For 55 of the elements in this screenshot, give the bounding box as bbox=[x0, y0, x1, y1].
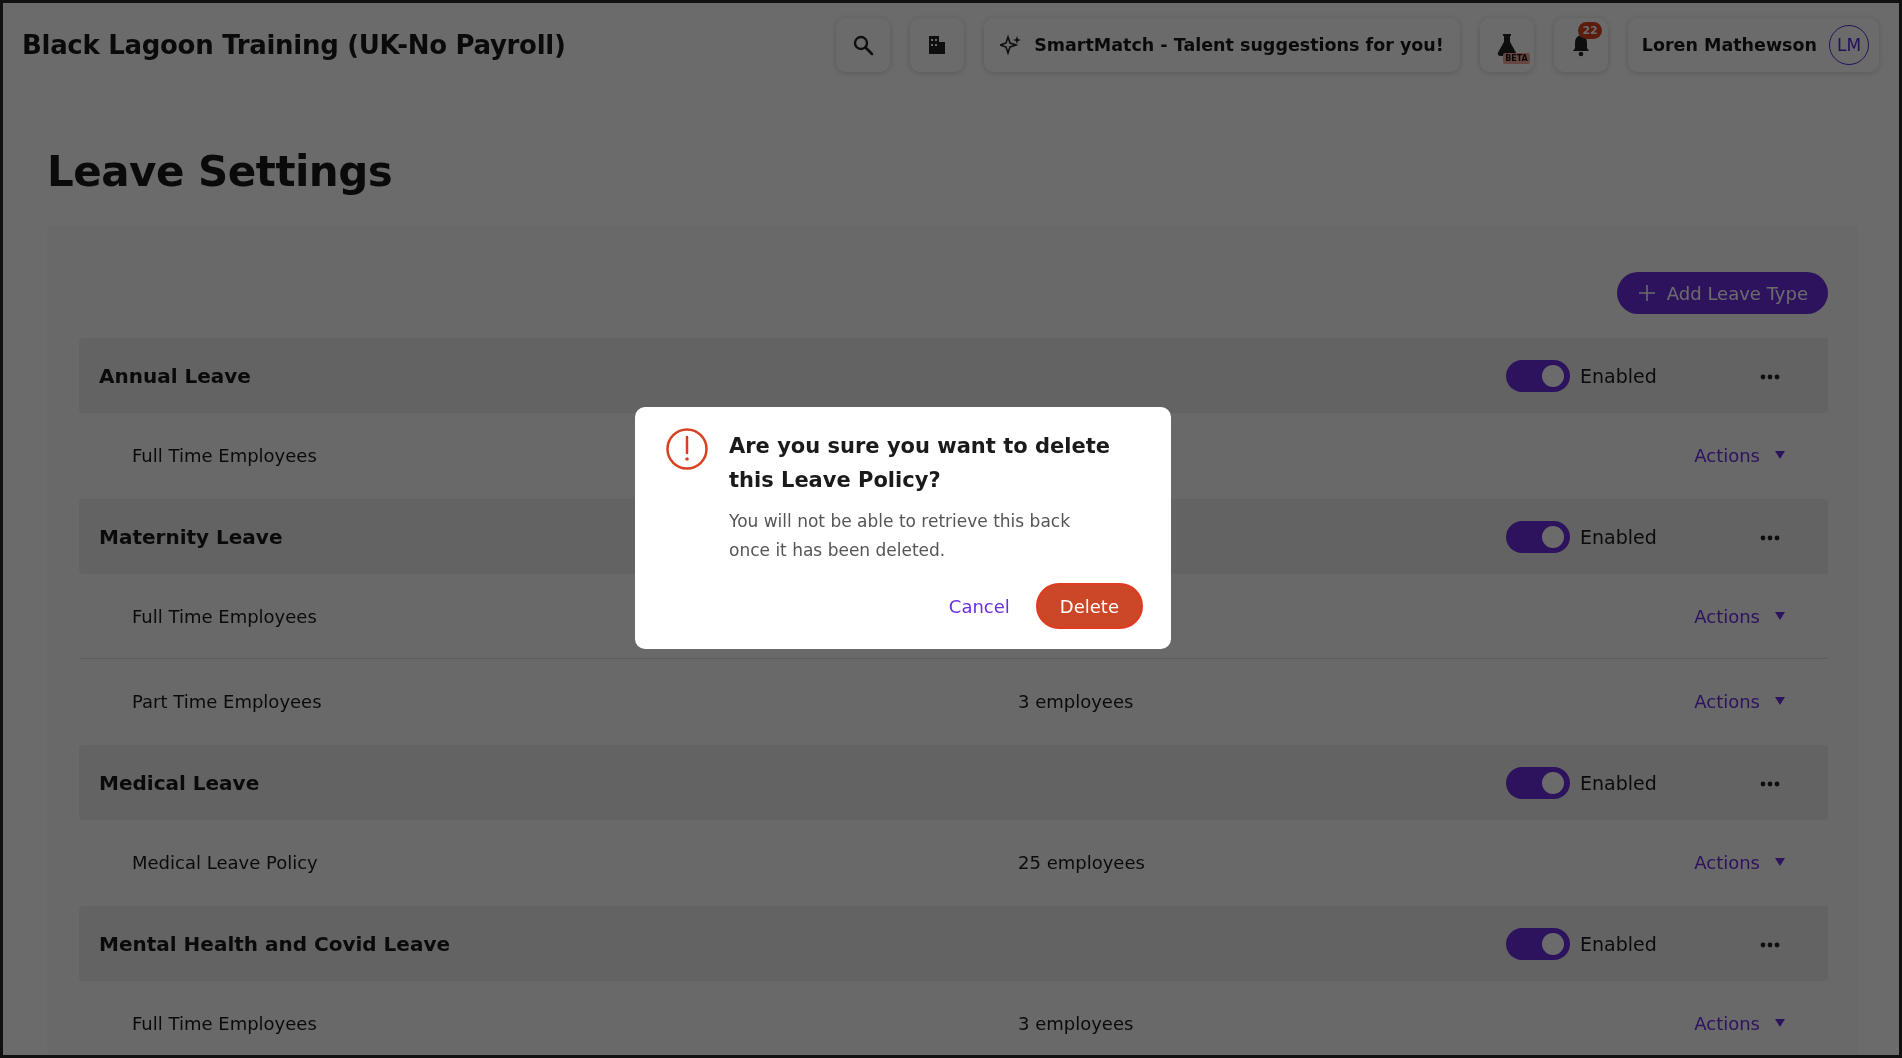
policy-name: Full Time Employees bbox=[132, 1012, 317, 1034]
enabled-toggle[interactable] bbox=[1506, 927, 1570, 960]
policy-name: Full Time Employees bbox=[132, 605, 317, 627]
organization-title: Black Lagoon Training (UK-No Payroll) bbox=[22, 30, 566, 60]
status-label: Enabled bbox=[1580, 771, 1658, 794]
search-icon bbox=[852, 34, 875, 56]
sparkle-icon bbox=[1000, 34, 1023, 56]
actions-dropdown[interactable]: Actions bbox=[1688, 689, 1792, 713]
employee-count: 25 employees bbox=[1018, 851, 1145, 873]
plus-icon bbox=[1636, 283, 1657, 303]
caret-down-icon bbox=[1774, 611, 1786, 621]
enabled-toggle[interactable] bbox=[1506, 359, 1570, 392]
smartmatch-button[interactable]: SmartMatch - Talent suggestions for you! bbox=[984, 18, 1460, 72]
delete-button[interactable]: Delete bbox=[1035, 583, 1143, 629]
building-button[interactable] bbox=[910, 18, 965, 72]
actions-dropdown[interactable]: Actions bbox=[1688, 850, 1792, 874]
policy-name: Full Time Employees bbox=[132, 444, 317, 466]
employee-count: 3 employees bbox=[1018, 1012, 1134, 1034]
leave-type-name: Maternity Leave bbox=[99, 524, 283, 549]
caret-down-icon bbox=[1774, 696, 1786, 706]
caret-down-icon bbox=[1774, 450, 1786, 460]
enabled-toggle[interactable] bbox=[1506, 520, 1570, 553]
dialog-message: You will not be able to retrieve this back once it has been deleted. bbox=[729, 510, 1071, 562]
status-label: Enabled bbox=[1580, 932, 1658, 955]
cancel-button[interactable]: Cancel bbox=[942, 594, 1016, 618]
leave-type-name: Medical Leave bbox=[99, 770, 260, 795]
more-dots-icon bbox=[1760, 942, 1780, 948]
beta-badge: BETA bbox=[1503, 53, 1530, 64]
policy-name: Medical Leave Policy bbox=[132, 851, 318, 873]
actions-dropdown[interactable]: Actions bbox=[1688, 1011, 1792, 1035]
more-dots-icon bbox=[1760, 535, 1780, 541]
leave-type-name: Annual Leave bbox=[99, 363, 251, 388]
caret-down-icon bbox=[1774, 1018, 1786, 1028]
policy-name: Part Time Employees bbox=[132, 690, 322, 712]
status-label: Enabled bbox=[1580, 364, 1658, 387]
actions-dropdown[interactable]: Actions bbox=[1688, 443, 1792, 467]
actions-dropdown[interactable]: Actions bbox=[1688, 604, 1792, 628]
bell-icon bbox=[1570, 33, 1591, 57]
caret-down-icon bbox=[1774, 857, 1786, 867]
leave-type-name: Mental Health and Covid Leave bbox=[99, 931, 450, 956]
employee-count: 3 employees bbox=[1018, 690, 1134, 712]
more-dots-icon bbox=[1760, 374, 1780, 380]
building-icon bbox=[927, 34, 948, 56]
more-dots-icon bbox=[1760, 781, 1780, 787]
add-leave-type-button[interactable]: Add Leave Type bbox=[1616, 272, 1828, 314]
dialog-title: Are you sure you want to delete this Leave Policy? bbox=[729, 433, 1111, 494]
page-title: Leave Settings bbox=[47, 147, 394, 196]
user-menu-button[interactable]: Loren Mathewson LM bbox=[1627, 18, 1879, 72]
status-label: Enabled bbox=[1580, 525, 1658, 548]
warning-icon bbox=[665, 427, 709, 471]
beta-lab-button[interactable]: BETA bbox=[1479, 18, 1534, 72]
enabled-toggle[interactable] bbox=[1506, 766, 1570, 799]
search-button[interactable] bbox=[836, 18, 891, 72]
notification-count: 22 bbox=[1578, 22, 1602, 39]
notifications-button[interactable]: 22 bbox=[1553, 18, 1608, 72]
